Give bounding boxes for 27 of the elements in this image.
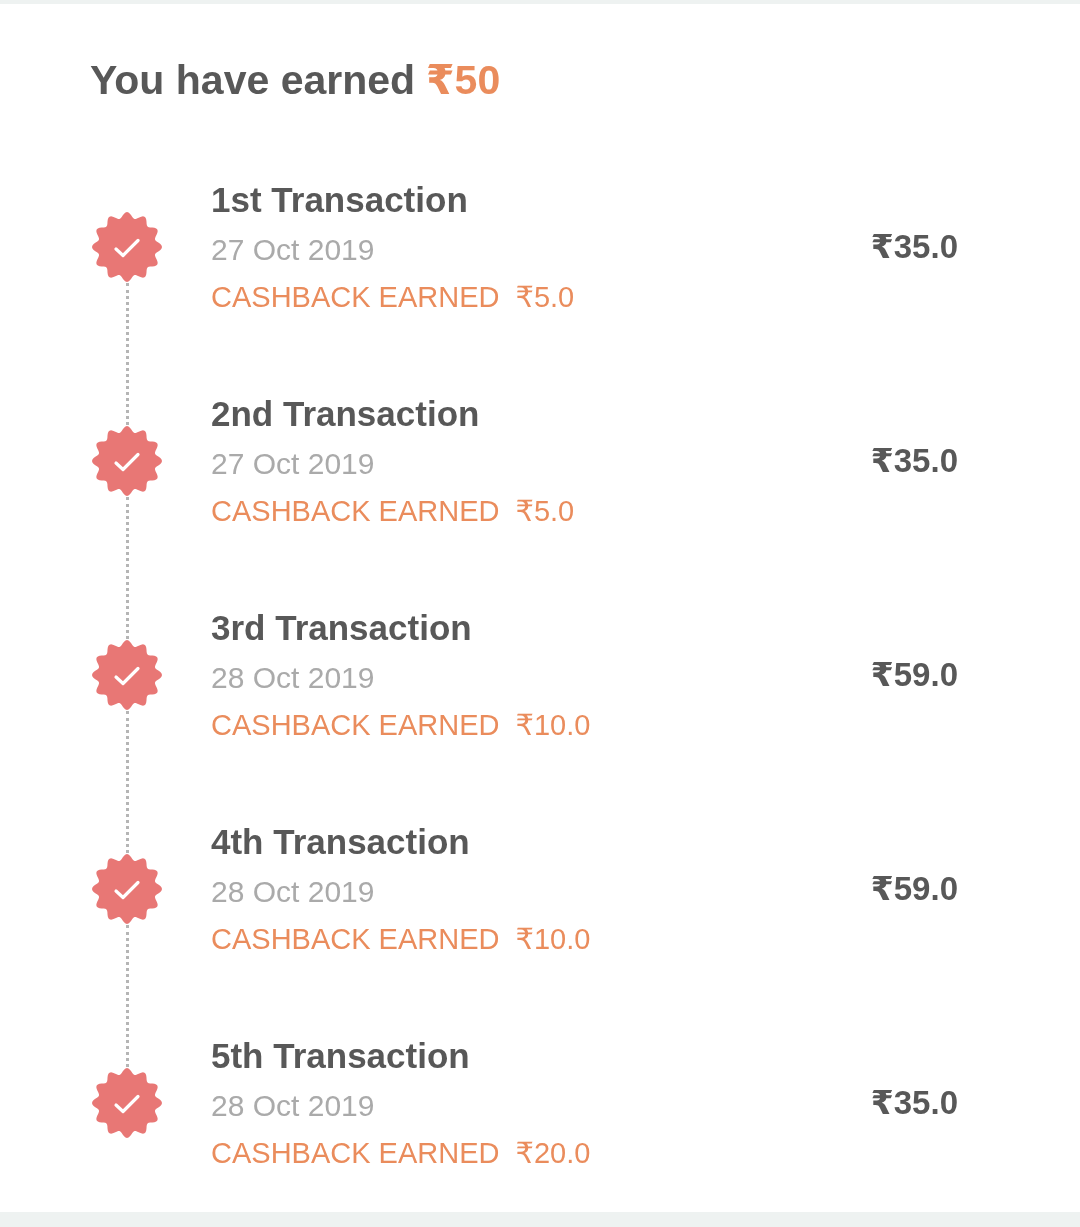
transaction-title: 4th Transaction — [211, 820, 470, 863]
transaction-title: 1st Transaction — [211, 178, 468, 221]
cashback-amount: ₹10.0 — [515, 921, 591, 957]
cashback-label: CASHBACK EARNED — [211, 707, 500, 743]
cashback-amount: ₹5.0 — [515, 493, 575, 529]
cashback-amount: ₹5.0 — [515, 279, 575, 315]
cashback-label: CASHBACK EARNED — [211, 1135, 500, 1171]
transaction-title: 2nd Transaction — [211, 392, 480, 435]
cashback-label: CASHBACK EARNED — [211, 279, 500, 315]
transaction-amount: ₹35.0 — [870, 441, 958, 481]
transaction-date: 28 Oct 2019 — [211, 659, 375, 696]
transaction-title: 3rd Transaction — [211, 606, 472, 649]
cashback-label: CASHBACK EARNED — [211, 921, 500, 957]
transaction-date: 28 Oct 2019 — [211, 1087, 375, 1124]
transaction-amount: ₹35.0 — [870, 227, 958, 267]
cashback-label: CASHBACK EARNED — [211, 493, 500, 529]
transaction-amount: ₹59.0 — [870, 869, 958, 909]
cashback-amount: ₹10.0 — [515, 707, 591, 743]
transaction-amount: ₹35.0 — [870, 1083, 958, 1123]
transaction-title: 5th Transaction — [211, 1034, 470, 1077]
earned-heading-text: You have earned — [90, 56, 416, 105]
cashback-amount: ₹20.0 — [515, 1135, 591, 1171]
earned-total: ₹50 — [426, 56, 501, 105]
transaction-date: 28 Oct 2019 — [211, 873, 375, 910]
transaction-date: 27 Oct 2019 — [211, 231, 375, 268]
transaction-date: 27 Oct 2019 — [211, 445, 375, 482]
transaction-amount: ₹59.0 — [870, 655, 958, 695]
